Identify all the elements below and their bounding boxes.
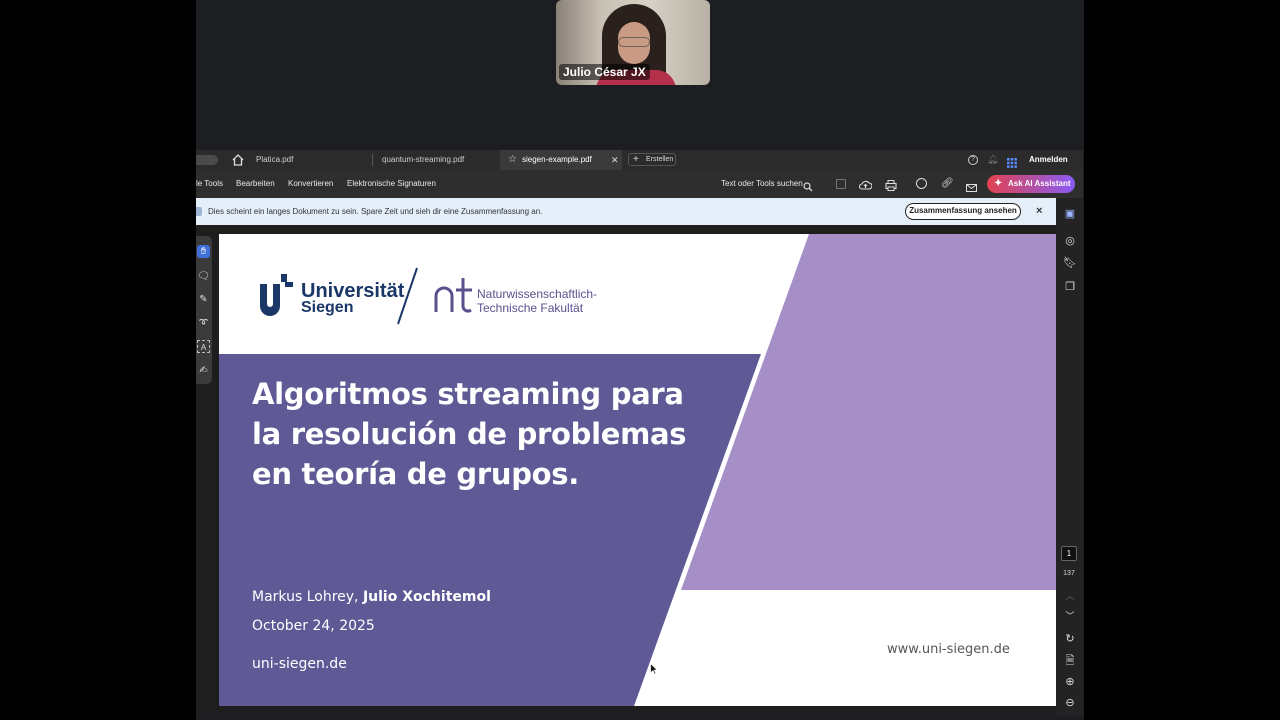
menu-edit[interactable]: Bearbeiten	[236, 170, 275, 198]
logo-faculty-line1: Naturwissenschaftlich-	[477, 287, 598, 301]
tab-divider	[372, 154, 373, 166]
current-page-number: 1	[1066, 549, 1072, 558]
select-tool-icon[interactable]: ✋︎	[197, 245, 210, 258]
slide-date: October 24, 2025	[252, 618, 375, 634]
menu-convert[interactable]: Konvertieren	[288, 170, 333, 198]
search-tools-label[interactable]: Text oder Tools suchen	[721, 170, 803, 198]
glasses-icon	[618, 37, 650, 47]
ai-panel-icon[interactable]: ▣	[1062, 206, 1078, 222]
star-icon[interactable]: ☆	[508, 150, 517, 170]
tab-bar: Platica.pdf quantum-streaming.pdf ☆ sieg…	[196, 150, 1083, 170]
right-tool-rail: ▣ ◎ 🔖︎ ❐ 1 137 ︿ ﹀ ↻ 🗎︎ ⊕ ⊖	[1056, 198, 1083, 716]
save-icon[interactable]	[836, 179, 846, 189]
menu-e-signatures[interactable]: Elektronische Signaturen	[347, 170, 436, 198]
current-page-box[interactable]: 1	[1061, 546, 1077, 561]
tab-siegen-example[interactable]: ☆ siegen-example.pdf ✕	[500, 150, 622, 170]
bookmark-panel-icon[interactable]: 🔖︎	[1062, 255, 1078, 271]
pages-panel-icon[interactable]: ❐	[1062, 279, 1078, 295]
zoom-out-icon[interactable]: ⊖	[1062, 695, 1078, 711]
mouse-cursor-icon	[650, 662, 659, 675]
page-up-icon[interactable]: ︿	[1062, 588, 1078, 604]
nt-faculty-logo-mark	[434, 278, 472, 313]
tab-quantum-streaming[interactable]: quantum-streaming.pdf	[376, 150, 502, 170]
create-button[interactable]: + Erstellen	[628, 153, 676, 166]
slide-title: Algoritmos streaming para la resolución …	[252, 377, 687, 491]
page-export-icon[interactable]: 🗎︎	[1062, 653, 1078, 669]
info-icon	[196, 207, 202, 216]
pdf-page: Universität Siegen Naturwissenschaftlich…	[219, 234, 1056, 706]
ai-assistant-button[interactable]: ✦ Ask AI Assistant	[987, 175, 1075, 193]
left-tool-rail: ✋︎ 🗨︎ ✎ ➰︎ A ✍︎	[196, 236, 212, 384]
signature-tool-icon[interactable]: ✍︎	[197, 364, 210, 377]
create-label: Erstellen	[646, 156, 674, 163]
close-tab-icon[interactable]: ✕	[611, 150, 619, 170]
tab-platica[interactable]: Platica.pdf	[250, 150, 376, 170]
link-icon[interactable]: 🔗︎	[941, 178, 954, 189]
help-icon[interactable]: ?	[968, 155, 978, 165]
ai-compare-icon[interactable]	[916, 178, 927, 189]
logo-university-line2: Siegen	[301, 299, 354, 316]
text-select-icon[interactable]: A	[197, 340, 210, 353]
logo-faculty-line2: Technische Fakultät	[477, 301, 584, 315]
tab-label: quantum-streaming.pdf	[382, 155, 465, 164]
page-down-icon[interactable]: ﹀	[1062, 608, 1078, 624]
tab-label: Platica.pdf	[256, 155, 294, 164]
author-xochitemol: Julio Xochitemol	[362, 589, 491, 605]
close-notice-icon[interactable]: ×	[1036, 198, 1042, 225]
menu-tools[interactable]: le Tools	[196, 170, 223, 198]
tab-label: siegen-example.pdf	[522, 155, 592, 164]
upload-cloud-icon[interactable]	[858, 178, 873, 190]
mail-icon[interactable]	[966, 179, 977, 192]
slide-site-url: www.uni-siegen.de	[887, 642, 1010, 657]
participant-name: Julio César JX	[559, 64, 650, 80]
apps-grid-icon[interactable]	[1007, 155, 1017, 168]
lasso-tool-icon[interactable]: ➰︎	[197, 317, 210, 330]
sign-in-link[interactable]: Anmelden	[1029, 150, 1068, 170]
slide-footer-url: uni-siegen.de	[252, 656, 347, 672]
pen-tool-icon[interactable]: ✎	[197, 293, 210, 306]
author-lohrey: Markus Lohrey,	[252, 589, 363, 605]
plus-icon: +	[633, 154, 639, 165]
zoom-in-icon[interactable]: ⊕	[1062, 674, 1078, 690]
view-summary-button[interactable]: Zusammenfassung ansehen	[905, 203, 1021, 220]
total-pages: 137	[1063, 570, 1075, 577]
print-icon[interactable]	[885, 178, 897, 191]
ai-assistant-label: Ask AI Assistant	[1008, 179, 1071, 188]
participant-video-tile[interactable]: Julio César JX	[556, 0, 710, 85]
comment-tool-icon[interactable]: 🗨︎	[197, 270, 210, 283]
summary-notice-bar: Dies scheint ein langes Dokument zu sein…	[196, 198, 1056, 225]
menu-bar: le Tools Bearbeiten Konvertieren Elektro…	[196, 170, 1083, 198]
sidebar-toggle[interactable]	[196, 155, 218, 165]
slide-authors: Markus Lohrey, Julio Xochitemol	[252, 589, 491, 605]
bell-icon[interactable]: 🔔︎	[987, 154, 998, 165]
summary-notice-text: Dies scheint ein langes Dokument zu sein…	[208, 207, 543, 216]
ai-sparkle-icon: ✦	[994, 178, 1003, 189]
search-icon[interactable]	[803, 179, 813, 192]
uni-siegen-logo-mark	[260, 274, 293, 316]
comments-panel-icon[interactable]: ◎	[1062, 233, 1078, 249]
home-icon[interactable]	[232, 153, 244, 167]
rotate-icon[interactable]: ↻	[1062, 631, 1078, 647]
